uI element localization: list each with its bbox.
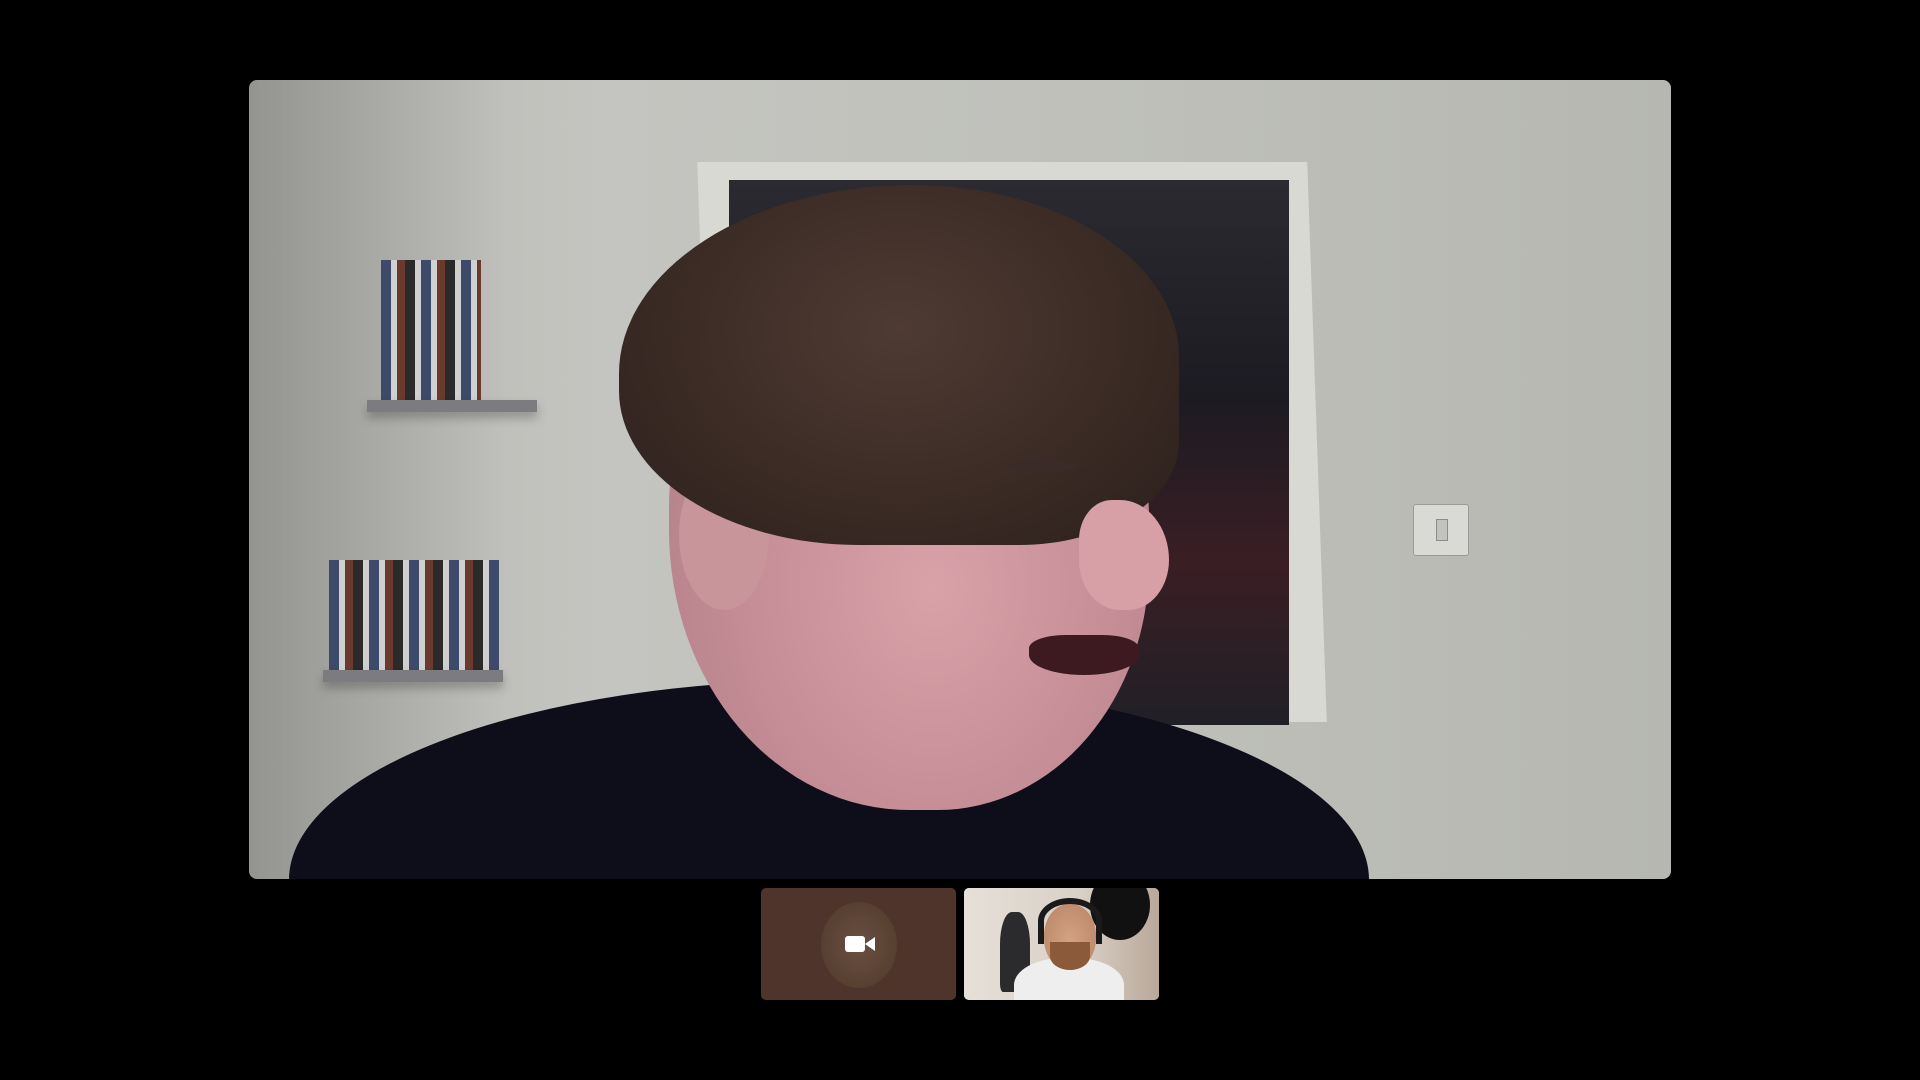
shelf-books-bottom — [329, 560, 499, 672]
main-video-tile[interactable] — [249, 80, 1671, 879]
remote-participant-thumbnail[interactable] — [964, 888, 1159, 1000]
headphones-icon — [1038, 898, 1102, 944]
participant-thumbnails — [761, 888, 1159, 1000]
speaker-mouth — [1029, 635, 1139, 675]
camera-icon[interactable] — [845, 935, 875, 953]
light-switch — [1413, 504, 1469, 556]
remote-participant-beard — [1050, 942, 1090, 970]
wall-shelf-bottom — [323, 670, 503, 682]
speaker-eye — [1009, 460, 1079, 472]
self-view-thumbnail[interactable] — [761, 888, 956, 1000]
wall-shelf-top — [367, 400, 537, 412]
shelf-books-top — [381, 260, 481, 400]
